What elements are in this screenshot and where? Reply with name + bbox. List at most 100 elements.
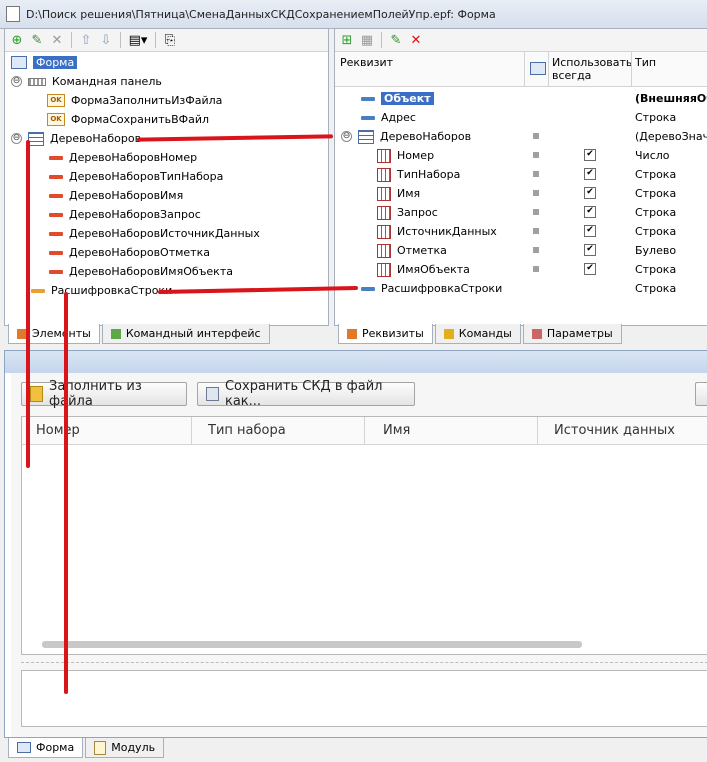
column-data-source[interactable]: Источник данных (538, 417, 707, 444)
requisite-row[interactable]: ⊖ ДеревоНаборов (ДеревоЗначен (335, 127, 707, 146)
edit-icon[interactable]: ✎ (387, 31, 405, 49)
requisite-row[interactable]: Отметка ✔ Булево (335, 241, 707, 260)
requisite-type: (ВнешняяОбр (635, 92, 707, 105)
requisite-row[interactable]: Адрес Строка (335, 108, 707, 127)
annotation-line (64, 292, 68, 694)
tab-form[interactable]: Форма (8, 738, 84, 758)
tree-item-sets-object-name[interactable]: ДеревоНаборовИмяОбъекта (49, 262, 233, 281)
tree-item-sets-query[interactable]: ДеревоНаборовЗапрос (49, 205, 201, 224)
row-decoding-field[interactable] (21, 670, 707, 727)
collapse-icon[interactable]: ⊖ (341, 131, 352, 142)
requisite-cell: РасшифровкаСтроки (361, 282, 502, 295)
always-use-checkbox[interactable]: ✔ (584, 244, 596, 256)
column-icon (377, 262, 391, 277)
save-skd-button[interactable]: Сохранить СКД в файл как... (197, 379, 415, 409)
requisite-label: РасшифровкаСтроки (381, 282, 503, 295)
always-use-checkbox[interactable]: ✔ (584, 149, 596, 161)
requisite-type: Строка (635, 187, 677, 200)
requisite-row[interactable]: ИсточникДанных ✔ Строка (335, 222, 707, 241)
tab-parameters[interactable]: Параметры (522, 324, 622, 344)
toolbar-separator (155, 32, 156, 48)
collapse-icon[interactable]: ⊖ (11, 133, 22, 144)
requisite-row[interactable]: РасшифровкаСтроки Строка (335, 279, 707, 298)
tab-module[interactable]: Модуль (85, 738, 165, 758)
preview-header-strip (5, 351, 707, 373)
tree-item-command-panel[interactable]: ⊖ Командная панель (11, 72, 162, 91)
header-type[interactable]: Тип (635, 56, 656, 69)
column-name[interactable]: Имя (365, 417, 538, 444)
column-icon (377, 205, 391, 220)
requisite-label: Запрос (397, 206, 438, 219)
requisite-label: ИсточникДанных (397, 225, 497, 238)
horizontal-scrollbar[interactable] (42, 641, 582, 648)
marker-icon (533, 152, 539, 158)
tree-item-form[interactable]: Форма (11, 53, 78, 72)
tab-requisites[interactable]: Реквизиты (338, 324, 433, 344)
always-use-checkbox[interactable]: ✔ (584, 263, 596, 275)
tree-item-label: ДеревоНаборов (50, 132, 142, 145)
tab-label: Команды (458, 327, 512, 340)
splitter[interactable] (21, 662, 707, 663)
tree-item-label: ФормаЗаполнитьИзФайла (71, 94, 223, 107)
requisite-row[interactable]: Объект (ВнешняяОбр (335, 89, 707, 108)
requisite-type: Число (635, 149, 670, 162)
tab-elements[interactable]: Элементы (8, 324, 100, 344)
delete-icon[interactable]: ✕ (48, 31, 66, 49)
requisite-cell: Запрос (377, 205, 438, 220)
always-use-checkbox[interactable]: ✔ (584, 225, 596, 237)
column-number[interactable]: Номер (22, 417, 192, 444)
tab-commands[interactable]: Команды (434, 324, 521, 344)
move-down-icon[interactable]: ⇩ (97, 31, 115, 49)
collapse-icon[interactable]: ⊖ (11, 76, 22, 87)
module-tab-icon (94, 740, 107, 755)
column-icon (377, 186, 391, 201)
header-requisite[interactable]: Реквизит (340, 56, 393, 69)
tree-item-row-decoding[interactable]: РасшифровкаСтроки (31, 281, 172, 300)
always-use-checkbox[interactable]: ✔ (584, 206, 596, 218)
tree-item-sets-tree[interactable]: ⊖ ДеревоНаборов (11, 129, 141, 148)
always-use-checkbox[interactable]: ✔ (584, 168, 596, 180)
column-settings-icon[interactable] (530, 62, 546, 75)
tree-item-label: ДеревоНаборовНомер (69, 151, 198, 164)
add-column-icon[interactable]: ▦ (358, 31, 376, 49)
add-requisite-icon[interactable]: ⊞ (338, 31, 356, 49)
tree-item-save-to-file[interactable]: OK ФормаСохранитьВФайл (47, 110, 209, 129)
edit-icon[interactable]: ✎ (28, 31, 46, 49)
add-icon[interactable]: ⊕ (8, 31, 26, 49)
parameters-tab-icon (531, 328, 542, 339)
column-icon (377, 148, 391, 163)
field-icon (49, 193, 63, 198)
tab-label: Модуль (111, 741, 156, 754)
tree-item-sets-source[interactable]: ДеревоНаборовИсточникДанных (49, 224, 260, 243)
form-view-icon[interactable]: ⎘ (161, 31, 179, 49)
tree-item-sets-type[interactable]: ДеревоНаборовТипНабора (49, 167, 223, 186)
button-label: Заполнить из файла (49, 379, 142, 409)
requisite-row[interactable]: Номер ✔ Число (335, 146, 707, 165)
tab-command-interface[interactable]: Командный интерфейс (101, 324, 270, 344)
requisite-label: Отметка (397, 244, 447, 257)
tree-item-sets-number[interactable]: ДеревоНаборовНомер (49, 148, 197, 167)
requisite-row[interactable]: ИмяОбъекта ✔ Строка (335, 260, 707, 279)
tree-item-sets-name[interactable]: ДеревоНаборовИмя (49, 186, 183, 205)
header-always-use[interactable]: Использовать всегда (552, 56, 632, 82)
more-menu-icon[interactable]: ▤▾ (126, 31, 150, 49)
tree-item-label: Командная панель (52, 75, 162, 88)
requisite-row[interactable]: Запрос ✔ Строка (335, 203, 707, 222)
more-button[interactable] (695, 382, 707, 406)
table-header: Номер Тип набора Имя Источник данных (22, 417, 707, 445)
form-preview: Заполнить из файла Сохранить СКД в файл … (4, 350, 707, 738)
requisite-label: Адрес (381, 111, 416, 124)
column-set-type[interactable]: Тип набора (192, 417, 365, 444)
field-icon (49, 155, 63, 160)
tree-item-fill-from-file[interactable]: OK ФормаЗаполнитьИзФайла (47, 91, 222, 110)
column-icon (377, 243, 391, 258)
move-up-icon[interactable]: ⇧ (77, 31, 95, 49)
annotation-line (26, 140, 30, 468)
requisite-row[interactable]: Имя ✔ Строка (335, 184, 707, 203)
fill-from-file-button[interactable]: Заполнить из файла (21, 379, 187, 409)
delete-icon[interactable]: ✕ (407, 31, 425, 49)
always-use-checkbox[interactable]: ✔ (584, 187, 596, 199)
requisite-row[interactable]: ТипНабора ✔ Строка (335, 165, 707, 184)
requisite-cell: ИмяОбъекта (377, 262, 470, 277)
tree-item-sets-mark[interactable]: ДеревоНаборовОтметка (49, 243, 210, 262)
